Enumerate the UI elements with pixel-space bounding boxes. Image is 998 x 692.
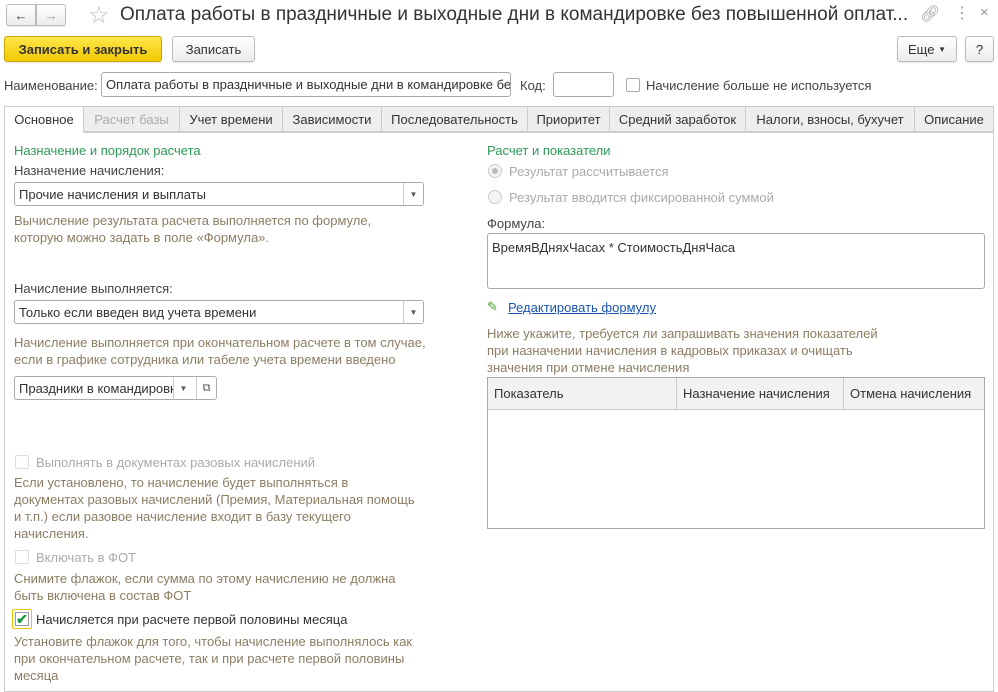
tab-description[interactable]: Описание bbox=[914, 106, 994, 132]
onetime-label: Выполнять в документах разовых начислени… bbox=[36, 455, 316, 470]
hint-line: Ниже укажите, требуется ли запрашивать з… bbox=[487, 326, 878, 341]
formula-input[interactable]: ВремяВДняхЧасах * СтоимостьДняЧаса bbox=[487, 233, 985, 289]
exec-select[interactable]: Только если введен вид учета времени ▼ bbox=[14, 300, 424, 324]
save-and-close-button[interactable]: Записать и закрыть bbox=[4, 36, 162, 62]
purpose-hint: Вычисление результата расчета выполняетс… bbox=[14, 212, 371, 246]
col-cancel[interactable]: Отмена начисления bbox=[844, 378, 984, 409]
radio-fixed-label: Результат вводится фиксированной суммой bbox=[509, 190, 774, 205]
hint-line: документах разовых начислений (Премия, М… bbox=[14, 492, 415, 507]
indicators-hint: Ниже укажите, требуется ли запрашивать з… bbox=[487, 325, 878, 376]
exec-value: Только если введен вид учета времени bbox=[19, 304, 257, 320]
dropdown-arrow-icon[interactable]: ▼ bbox=[403, 183, 423, 205]
favorite-star-icon[interactable]: ☆ bbox=[88, 1, 110, 30]
dropdown-arrow-icon: ▼ bbox=[938, 44, 946, 54]
more-menu-icon[interactable]: ⋮ bbox=[954, 3, 970, 23]
close-icon[interactable]: × bbox=[980, 4, 989, 21]
hint-line: значения при отмене начисления bbox=[487, 360, 690, 375]
tab-average-earnings[interactable]: Средний заработок bbox=[609, 106, 746, 132]
table-header: Показатель Назначение начисления Отмена … bbox=[488, 378, 984, 410]
formula-label: Формула: bbox=[487, 216, 546, 231]
onetime-hint: Если установлено, то начисление будет вы… bbox=[14, 474, 415, 542]
dropdown-arrow-icon[interactable]: ▼ bbox=[173, 377, 193, 399]
more-label: Еще bbox=[908, 41, 935, 57]
hint-line: при назначении начисления в кадровых при… bbox=[487, 343, 853, 358]
tab-panel-top-border bbox=[84, 132, 994, 133]
fot-hint: Снимите флажок, если сумма по этому начи… bbox=[14, 570, 395, 604]
first-half-hint: Установите флажок для того, чтобы начисл… bbox=[14, 633, 412, 684]
forward-button[interactable]: → bbox=[36, 4, 66, 26]
hint-line: месяца bbox=[14, 668, 59, 683]
open-icon[interactable]: ⧉ bbox=[196, 377, 216, 399]
hint-line: быть включена в состав ФОТ bbox=[14, 588, 192, 603]
time-type-value: Праздники в командировк bbox=[19, 380, 176, 396]
tab-taxes[interactable]: Налоги, взносы, бухучет bbox=[745, 106, 915, 132]
hint-line: начисления. bbox=[14, 526, 89, 541]
tab-dependencies[interactable]: Зависимости bbox=[282, 106, 382, 132]
dropdown-arrow-icon[interactable]: ▼ bbox=[403, 301, 423, 323]
unused-label: Начисление больше не используется bbox=[646, 78, 872, 93]
unused-checkbox[interactable] bbox=[626, 78, 640, 92]
exec-hint: Начисление выполняется при окончательном… bbox=[14, 334, 426, 368]
purpose-select[interactable]: Прочие начисления и выплаты ▼ bbox=[14, 182, 424, 206]
hint-line: которую можно задать в поле «Формула». bbox=[14, 230, 270, 245]
hint-line: Вычисление результата расчета выполняетс… bbox=[14, 213, 372, 228]
hint-line: Начисление выполняется при окончательном… bbox=[14, 335, 426, 350]
hint-line: если в графике сотрудника или табеле уче… bbox=[14, 352, 396, 367]
more-button[interactable]: Еще ▼ bbox=[897, 36, 957, 62]
fot-label: Включать в ФОТ bbox=[36, 550, 137, 565]
section-purpose-title: Назначение и порядок расчета bbox=[14, 143, 201, 158]
hint-line: и т.п.) если разовое начисление входит в… bbox=[14, 509, 351, 524]
name-label: Наименование: bbox=[4, 78, 98, 93]
col-indicator[interactable]: Показатель bbox=[488, 378, 677, 409]
window-title: Оплата работы в праздничные и выходные д… bbox=[120, 4, 909, 25]
tab-priority[interactable]: Приоритет bbox=[527, 106, 610, 132]
tab-base-calc[interactable]: Расчет базы bbox=[83, 106, 180, 132]
hint-line: Снимите флажок, если сумма по этому начи… bbox=[14, 571, 396, 586]
code-input[interactable] bbox=[553, 72, 614, 97]
back-button[interactable]: ← bbox=[6, 4, 36, 26]
onetime-checkbox[interactable] bbox=[15, 455, 29, 469]
purpose-label: Назначение начисления: bbox=[14, 163, 165, 178]
col-assignment[interactable]: Назначение начисления bbox=[677, 378, 844, 409]
hint-line: Установите флажок для того, чтобы начисл… bbox=[14, 634, 413, 649]
fot-checkbox[interactable] bbox=[15, 550, 29, 564]
purpose-value: Прочие начисления и выплаты bbox=[19, 186, 206, 202]
radio-calculated-label: Результат рассчитывается bbox=[509, 164, 669, 179]
link-icon[interactable]: 🔗︎ bbox=[920, 4, 940, 24]
radio-calculated[interactable] bbox=[488, 164, 502, 178]
checkmark-icon: ✔ bbox=[15, 611, 29, 627]
edit-formula-link[interactable]: Редактировать формулу bbox=[508, 300, 656, 315]
tab-time-accounting[interactable]: Учет времени bbox=[179, 106, 283, 132]
save-button[interactable]: Записать bbox=[172, 36, 255, 62]
radio-dot bbox=[492, 168, 498, 174]
first-half-checkbox[interactable]: ✔ bbox=[12, 609, 32, 629]
name-input[interactable]: Оплата работы в праздничные и выходные д… bbox=[101, 72, 511, 97]
pencil-icon: ✎ bbox=[487, 299, 498, 314]
time-type-select[interactable]: Праздники в командировк ▼ ⧉ bbox=[14, 376, 217, 400]
hint-line: при окончательном расчете, так и при рас… bbox=[14, 651, 405, 666]
first-half-label: Начисляется при расчете первой половины … bbox=[36, 612, 348, 627]
code-label: Код: bbox=[520, 78, 546, 93]
help-button[interactable]: ? bbox=[965, 36, 994, 62]
formula-value: ВремяВДняхЧасах * СтоимостьДняЧаса bbox=[492, 240, 736, 255]
indicators-table[interactable]: Показатель Назначение начисления Отмена … bbox=[487, 377, 985, 529]
section-calc-title: Расчет и показатели bbox=[487, 143, 611, 158]
hint-line: Если установлено, то начисление будет вы… bbox=[14, 475, 349, 490]
exec-label: Начисление выполняется: bbox=[14, 281, 173, 296]
tab-sequence[interactable]: Последовательность bbox=[381, 106, 528, 132]
radio-fixed[interactable] bbox=[488, 190, 502, 204]
tab-main[interactable]: Основное bbox=[4, 106, 84, 133]
